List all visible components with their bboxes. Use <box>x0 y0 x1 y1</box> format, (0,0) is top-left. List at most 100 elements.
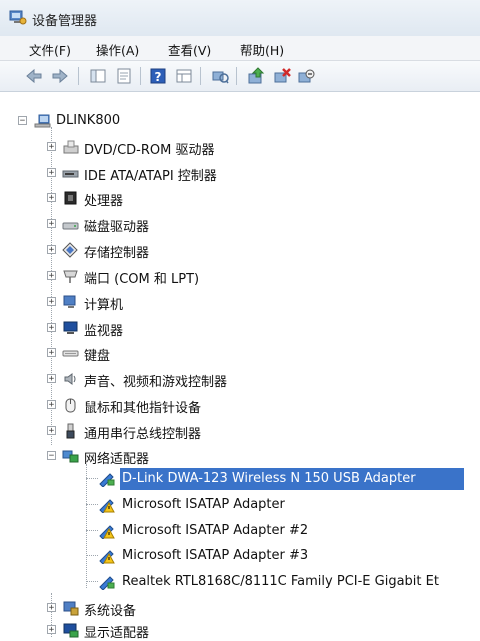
processor-icon <box>64 191 77 205</box>
expand-icon[interactable]: + <box>47 219 56 229</box>
storage-controller-icon <box>62 242 78 258</box>
forward-icon[interactable] <box>50 66 70 86</box>
expand-icon[interactable]: + <box>47 323 56 333</box>
usb-icon <box>66 423 75 439</box>
device-label: Microsoft ISATAP Adapter #2 <box>122 523 309 538</box>
device-isatap-3[interactable]: Microsoft ISATAP Adapter #3 <box>18 545 480 567</box>
toolbar-separator <box>140 67 141 85</box>
console-tree-icon[interactable] <box>88 66 108 86</box>
expand-icon[interactable]: + <box>47 625 56 635</box>
expand-icon[interactable]: + <box>47 271 56 281</box>
tree-item-network[interactable]: − 网络适配器 <box>18 445 480 467</box>
device-manager-window: 设备管理器 文件(F) 操作(A) 查看(V) 帮助(H) ? − DLINK8… <box>0 0 480 641</box>
tree-item-ports[interactable]: + 端口 (COM 和 LPT) <box>18 265 480 287</box>
tree-item-label: IDE ATA/ATAPI 控制器 <box>84 169 217 184</box>
tree-item-label: DVD/CD-ROM 驱动器 <box>84 143 215 158</box>
expand-icon[interactable]: + <box>47 245 56 255</box>
collapse-icon[interactable]: − <box>47 451 56 461</box>
tree-item-label: 端口 (COM 和 LPT) <box>84 272 200 287</box>
uninstall-icon[interactable] <box>272 66 292 86</box>
menu-file[interactable]: 文件(F) <box>29 40 71 59</box>
svg-text:?: ? <box>155 70 162 84</box>
tree-item-label: 磁盘驱动器 <box>84 220 150 235</box>
expand-icon[interactable]: + <box>47 142 56 152</box>
menu-help[interactable]: 帮助(H) <box>240 40 284 59</box>
expand-icon[interactable]: + <box>47 348 56 358</box>
tree-item-ide[interactable]: + IDE ATA/ATAPI 控制器 <box>18 162 480 184</box>
tree-item-label: 鼠标和其他指针设备 <box>84 401 202 416</box>
tree-item-label: 监视器 <box>84 324 124 339</box>
tree-item-disk[interactable]: + 磁盘驱动器 <box>18 213 480 235</box>
device-realtek[interactable]: Realtek RTL8168C/8111C Family PCI-E Giga… <box>18 571 480 593</box>
display-adapter-icon <box>63 623 79 638</box>
window-title: 设备管理器 <box>32 14 98 29</box>
tree-item-label: 网络适配器 <box>84 452 150 467</box>
network-card-icon <box>99 576 115 590</box>
device-label: Realtek RTL8168C/8111C Family PCI-E Giga… <box>122 574 439 589</box>
warning-device-icon <box>99 499 115 513</box>
expand-icon[interactable]: + <box>47 374 56 384</box>
tree-item-label: 声音、视频和游戏控制器 <box>84 375 228 390</box>
tree-item-storage[interactable]: + 存储控制器 <box>18 239 480 261</box>
network-card-icon <box>99 473 115 487</box>
expand-icon[interactable]: + <box>47 297 56 307</box>
tree-item-usb[interactable]: + 通用串行总线控制器 <box>18 420 480 442</box>
device-isatap[interactable]: Microsoft ISATAP Adapter <box>18 494 480 516</box>
menu-view[interactable]: 查看(V) <box>168 40 211 59</box>
scan-hardware-icon[interactable] <box>210 66 230 86</box>
update-driver-icon[interactable] <box>246 66 266 86</box>
device-isatap-2[interactable]: Microsoft ISATAP Adapter #2 <box>18 520 480 542</box>
device-label: Microsoft ISATAP Adapter #3 <box>122 548 309 563</box>
tree-root[interactable]: − DLINK800 <box>18 110 480 132</box>
dvd-drive-icon <box>63 140 79 154</box>
device-dlink[interactable]: D-Link DWA-123 Wireless N 150 USB Adapte… <box>18 468 480 490</box>
tree-item-label: 存储控制器 <box>84 246 150 261</box>
computer-category-icon <box>63 295 76 308</box>
warning-device-icon <box>99 550 115 564</box>
device-label: D-Link DWA-123 Wireless N 150 USB Adapte… <box>122 471 416 486</box>
tree-root-label: DLINK800 <box>56 113 121 128</box>
disk-drive-icon <box>62 222 79 230</box>
toolbar-separator <box>236 67 237 85</box>
title-bar: 设备管理器 <box>0 0 480 36</box>
tree-item-sound[interactable]: + 声音、视频和游戏控制器 <box>18 368 480 390</box>
expand-icon[interactable]: + <box>47 168 56 178</box>
tree-item-keyboard[interactable]: + 键盘 <box>18 342 480 364</box>
tree-item-mouse[interactable]: + 鼠标和其他指针设备 <box>18 394 480 416</box>
device-tree: − DLINK800 + DVD/CD-ROM 驱动器 + IDE ATA/AT… <box>18 106 480 641</box>
disable-icon[interactable] <box>296 66 316 86</box>
help-icon[interactable]: ? <box>148 66 168 86</box>
expand-icon[interactable]: + <box>47 193 56 203</box>
tree-item-display[interactable]: + 显示适配器 <box>18 619 480 641</box>
monitor-icon <box>63 321 78 334</box>
tree-item-label: 系统设备 <box>84 604 137 619</box>
view-icon[interactable] <box>174 66 194 86</box>
ide-controller-icon <box>62 170 79 178</box>
tree-item-computer[interactable]: + 计算机 <box>18 291 480 313</box>
tree-item-processor[interactable]: + 处理器 <box>18 187 480 209</box>
toolbar-separator <box>200 67 201 85</box>
expand-icon[interactable]: + <box>47 400 56 410</box>
keyboard-icon <box>62 350 79 357</box>
computer-icon <box>34 114 51 128</box>
device-manager-app-icon <box>9 10 27 25</box>
expand-icon[interactable]: + <box>47 603 56 613</box>
mouse-icon <box>65 398 76 413</box>
tree-item-label: 计算机 <box>84 298 124 313</box>
tree-item-label: 处理器 <box>84 194 124 209</box>
collapse-icon[interactable]: − <box>18 116 27 126</box>
tree-item-label: 键盘 <box>84 349 111 364</box>
network-adapter-icon <box>62 450 79 463</box>
warning-device-icon <box>99 525 115 539</box>
expand-icon[interactable]: + <box>47 426 56 436</box>
toolbar-separator <box>78 67 79 85</box>
device-label: Microsoft ISATAP Adapter <box>122 497 285 512</box>
tree-item-monitor[interactable]: + 监视器 <box>18 317 480 339</box>
properties-icon[interactable] <box>114 66 134 86</box>
tree-item-system[interactable]: + 系统设备 <box>18 597 480 619</box>
menu-action[interactable]: 操作(A) <box>96 40 139 59</box>
tree-item-dvd[interactable]: + DVD/CD-ROM 驱动器 <box>18 136 480 158</box>
system-devices-icon <box>63 601 79 616</box>
back-icon[interactable] <box>24 66 44 86</box>
tree-item-label: 通用串行总线控制器 <box>84 427 202 442</box>
